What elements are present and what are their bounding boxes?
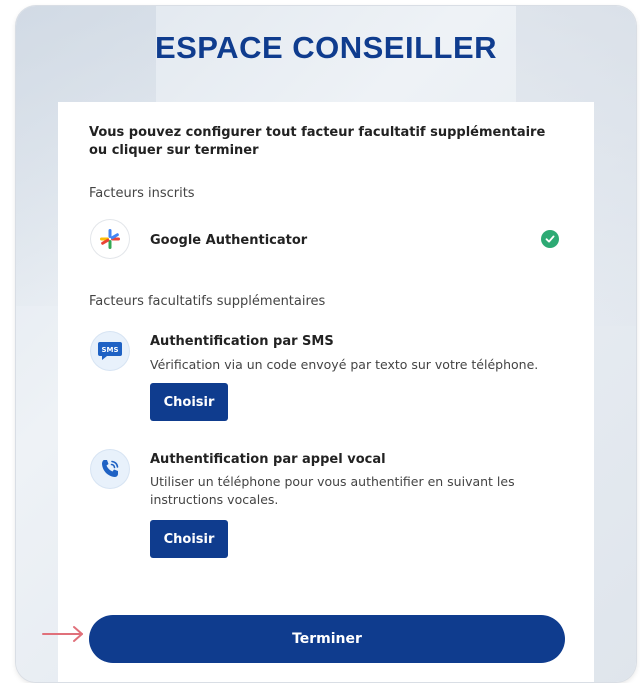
finish-button[interactable]: Terminer xyxy=(89,615,565,663)
google-authenticator-icon xyxy=(91,220,129,258)
login-frame: ESPACE CONSEILLER Vous pouvez configurer… xyxy=(16,6,636,682)
sms-factor-description: Vérification via un code envoyé par text… xyxy=(150,357,539,372)
google-authenticator-label: Google Authenticator xyxy=(150,233,308,248)
page-title: ESPACE CONSEILLER xyxy=(154,30,498,65)
intro-text: Vous pouvez configurer tout facteur facu… xyxy=(89,125,546,158)
optional-factors-label: Facteurs facultatifs supplémentaires xyxy=(89,294,326,309)
check-icon xyxy=(541,230,559,248)
voice-factor-title: Authentification par appel vocal xyxy=(150,452,386,467)
sms-icon: SMS xyxy=(91,332,129,370)
enrolled-factors-label: Facteurs inscrits xyxy=(89,186,195,201)
choose-sms-button[interactable]: Choisir xyxy=(150,383,228,421)
sms-factor-title: Authentification par SMS xyxy=(150,334,334,349)
arrow-right-icon xyxy=(42,626,83,642)
phone-call-icon xyxy=(91,450,129,488)
voice-factor-description: Utiliser un téléphone pour vous authenti… xyxy=(150,474,515,507)
mfa-card: Vous pouvez configurer tout facteur facu… xyxy=(58,102,594,682)
svg-text:SMS: SMS xyxy=(101,346,118,354)
choose-voice-button[interactable]: Choisir xyxy=(150,520,228,558)
